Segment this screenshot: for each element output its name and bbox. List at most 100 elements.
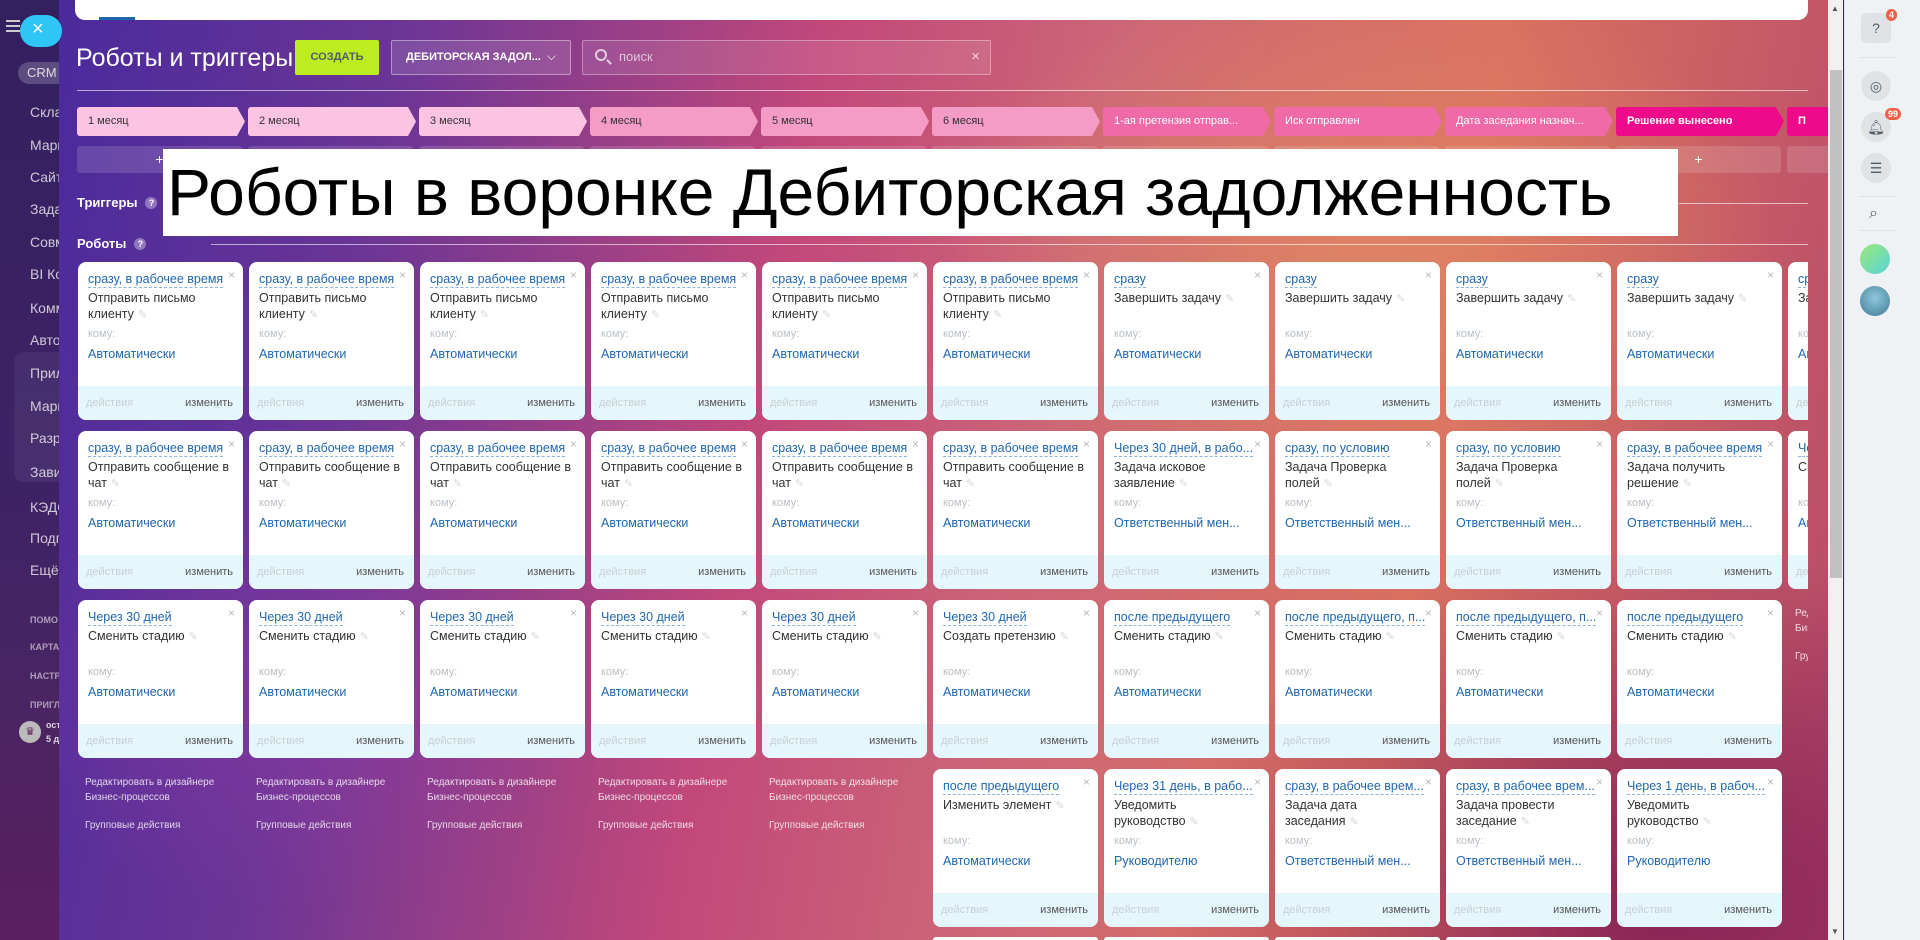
nav-item[interactable]: Сайт bbox=[30, 169, 59, 185]
group-actions-link[interactable]: Групповые действия bbox=[769, 818, 929, 833]
close-icon[interactable]: × bbox=[912, 437, 919, 451]
recipient-link[interactable]: Руководителю bbox=[1627, 854, 1710, 868]
robot-card[interactable]: после предыдущего × Изменить элемент ✎ кому:… bbox=[933, 769, 1098, 927]
robot-condition-link[interactable]: Через 30 дней bbox=[259, 610, 343, 626]
robot-card[interactable]: сразу, в рабочее время × Отправить сообщен… bbox=[249, 431, 414, 589]
robot-card[interactable]: Че×См✎кому:Авдействияизменить bbox=[1788, 431, 1808, 589]
close-icon[interactable]: × bbox=[1767, 437, 1774, 451]
recipient-link[interactable]: Автоматически bbox=[430, 347, 517, 361]
robot-condition-link[interactable]: сразу, в рабочее время bbox=[943, 441, 1079, 457]
robot-condition-link[interactable]: Через 31 день, в рабо... bbox=[1114, 779, 1253, 795]
edit-link[interactable]: изменить bbox=[185, 735, 233, 747]
robot-condition-link[interactable]: после предыдущего bbox=[943, 779, 1060, 795]
robot-condition-link[interactable]: сразу, в рабочее время bbox=[772, 272, 908, 288]
recipient-link[interactable]: Ответственный мен... bbox=[1285, 854, 1411, 868]
vertical-scrollbar[interactable]: ▲ ▼ bbox=[1828, 0, 1843, 940]
robot-card[interactable]: сразу, по условию × Задача Проверка полей ✎… bbox=[1275, 431, 1440, 589]
edit-link[interactable]: изменить bbox=[527, 397, 575, 409]
robot-condition-link[interactable]: сразу, в рабочее врем... bbox=[1456, 779, 1595, 795]
close-icon[interactable]: × bbox=[399, 606, 406, 620]
actions-link[interactable]: действия bbox=[86, 397, 133, 409]
nav-item[interactable]: Скла bbox=[30, 104, 59, 120]
robot-card[interactable]: Через 31 день, в рабо... × Уведомить руков… bbox=[1104, 769, 1269, 927]
recipient-link[interactable]: Ответственный мен... bbox=[1285, 516, 1411, 530]
pencil-icon[interactable]: ✎ bbox=[453, 478, 462, 490]
pencil-icon[interactable]: ✎ bbox=[1683, 478, 1692, 490]
robot-condition-link[interactable]: сразу, в рабочее время bbox=[1627, 441, 1763, 457]
edit-link[interactable]: изменить bbox=[356, 566, 404, 578]
actions-link[interactable]: действия bbox=[1283, 566, 1330, 578]
actions-link[interactable]: действия bbox=[1454, 566, 1501, 578]
actions-link[interactable]: действия bbox=[599, 566, 646, 578]
close-icon[interactable]: × bbox=[1425, 437, 1432, 451]
close-icon[interactable]: × bbox=[1083, 268, 1090, 282]
robot-card[interactable]: сразу, в рабочее время × Отправить письмо … bbox=[78, 262, 243, 420]
actions-link[interactable]: действия bbox=[770, 397, 817, 409]
actions-link[interactable]: действия bbox=[1283, 735, 1330, 747]
close-icon[interactable]: × bbox=[228, 437, 235, 451]
edit-link[interactable]: изменить bbox=[1382, 735, 1430, 747]
edit-link[interactable]: изменить bbox=[1040, 735, 1088, 747]
robot-condition-link[interactable]: после предыдущего, п... bbox=[1456, 610, 1597, 626]
pencil-icon[interactable]: ✎ bbox=[1386, 631, 1395, 643]
recipient-link[interactable]: Автоматически bbox=[772, 347, 859, 361]
actions-link[interactable]: действия bbox=[86, 566, 133, 578]
robot-condition-link[interactable]: сразу, в рабочее время bbox=[772, 441, 908, 457]
robot-condition-link[interactable]: Через 30 дней bbox=[943, 610, 1027, 626]
robot-condition-link[interactable]: после предыдущего, п... bbox=[1285, 610, 1426, 626]
pencil-icon[interactable]: ✎ bbox=[1179, 478, 1188, 490]
nav-footer-item[interactable]: КАРТА bbox=[30, 642, 59, 652]
recipient-link[interactable]: Автоматически bbox=[1627, 685, 1714, 699]
edit-link[interactable]: изменить bbox=[1211, 904, 1259, 916]
scroll-down-icon[interactable]: ▼ bbox=[1831, 927, 1839, 936]
pencil-icon[interactable]: ✎ bbox=[480, 309, 489, 321]
robot-condition-link[interactable]: сразу, в рабочее время bbox=[943, 272, 1079, 288]
recipient-link[interactable]: Автоматически bbox=[430, 685, 517, 699]
pencil-icon[interactable]: ✎ bbox=[282, 478, 291, 490]
robot-card[interactable]: сразу × Завершить задачу ✎ кому: Автоматическ… bbox=[1617, 262, 1782, 420]
robot-card[interactable]: сразу × Завершить задачу ✎ кому: Автоматическ… bbox=[1104, 262, 1269, 420]
pencil-icon[interactable]: ✎ bbox=[624, 478, 633, 490]
robot-card[interactable]: сразу, в рабочее время × Отправить письмо … bbox=[420, 262, 585, 420]
actions-link[interactable]: действия bbox=[941, 735, 988, 747]
close-icon[interactable]: × bbox=[399, 437, 406, 451]
nav-item[interactable]: Подп bbox=[30, 530, 59, 546]
edit-link[interactable]: изменить bbox=[1724, 735, 1772, 747]
close-icon[interactable]: × bbox=[1596, 268, 1603, 282]
actions-link[interactable]: действия bbox=[941, 397, 988, 409]
close-icon[interactable]: × bbox=[1083, 437, 1090, 451]
edit-link[interactable]: изменить bbox=[185, 566, 233, 578]
close-icon[interactable]: × bbox=[1767, 606, 1774, 620]
pencil-icon[interactable]: ✎ bbox=[1225, 293, 1234, 305]
recipient-link[interactable]: Автоматически bbox=[1285, 685, 1372, 699]
close-icon[interactable]: × bbox=[1767, 775, 1774, 789]
edit-in-designer-link[interactable]: Редактировать в дизайнере Бизнес-процессо… bbox=[85, 775, 245, 805]
pencil-icon[interactable]: ✎ bbox=[1567, 293, 1576, 305]
edit-link[interactable]: изменить bbox=[1382, 904, 1430, 916]
close-icon[interactable]: × bbox=[741, 437, 748, 451]
robot-card[interactable]: сразу, в рабочее время × Задача получить р… bbox=[1617, 431, 1782, 589]
edit-link[interactable]: изменить bbox=[356, 397, 404, 409]
robot-card[interactable]: Через 30 дней × Создать претензию ✎ кому: Авт… bbox=[933, 600, 1098, 758]
recipient-link[interactable]: Автоматически bbox=[601, 516, 688, 530]
pencil-icon[interactable]: ✎ bbox=[651, 309, 660, 321]
actions-link[interactable]: действия bbox=[1283, 397, 1330, 409]
recipient-link[interactable]: Автоматически bbox=[943, 685, 1030, 699]
recipient-link[interactable]: Автоматически bbox=[88, 685, 175, 699]
close-icon[interactable]: × bbox=[1254, 775, 1261, 789]
recipient-link[interactable]: Автоматически bbox=[259, 685, 346, 699]
close-icon[interactable]: × bbox=[741, 268, 748, 282]
search-icon[interactable]: ⌕ bbox=[1869, 205, 1878, 223]
close-icon[interactable]: × bbox=[1596, 437, 1603, 451]
robot-condition-link[interactable]: сразу, по условию bbox=[1285, 441, 1390, 457]
recipient-link[interactable]: Автоматически bbox=[1114, 347, 1201, 361]
nav-item[interactable]: Прил bbox=[30, 365, 59, 381]
robot-card[interactable]: сразу, в рабочее время × Отправить сообщен… bbox=[78, 431, 243, 589]
actions-link[interactable]: действия bbox=[599, 397, 646, 409]
robot-card[interactable]: сразу, в рабочее время × Отправить сообщен… bbox=[762, 431, 927, 589]
robot-condition-link[interactable]: сразу, в рабочее время bbox=[88, 441, 224, 457]
pencil-icon[interactable]: ✎ bbox=[531, 631, 540, 643]
pencil-icon[interactable]: ✎ bbox=[1738, 293, 1747, 305]
nav-item[interactable]: Разр bbox=[30, 430, 59, 446]
pencil-icon[interactable]: ✎ bbox=[1703, 816, 1712, 828]
